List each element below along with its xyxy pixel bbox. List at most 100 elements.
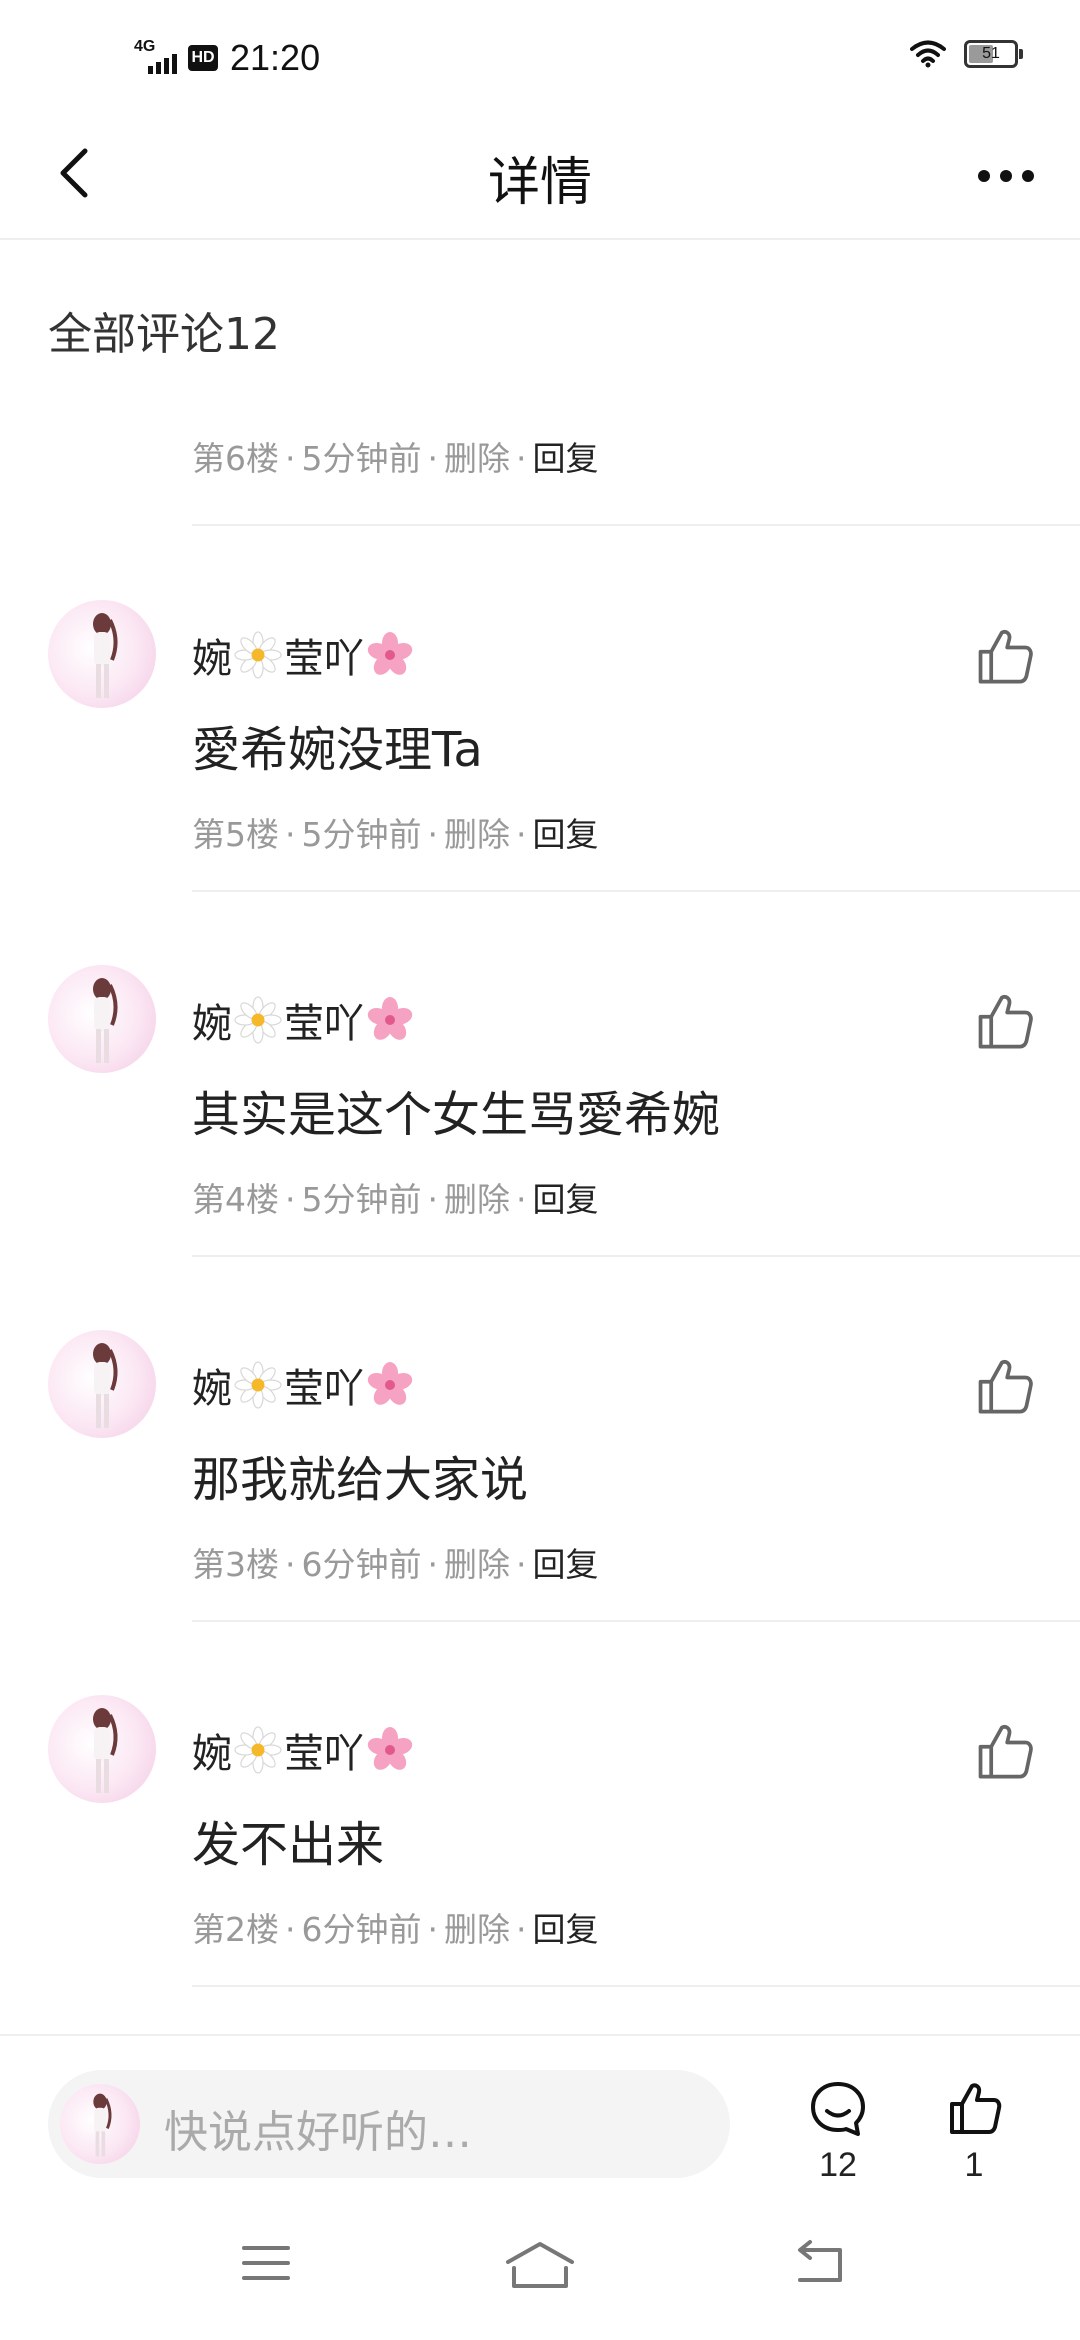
- time-label: 5分钟前: [301, 439, 422, 478]
- delete-link[interactable]: 删除: [444, 439, 510, 478]
- daisy-emoji-icon: [234, 1726, 282, 1774]
- comment-text: 发不出来: [192, 1817, 385, 1873]
- thumbs-up-icon: [978, 995, 1033, 1049]
- daisy-emoji-icon: [234, 996, 282, 1044]
- home-icon: [506, 2242, 574, 2288]
- author-name-part: 婉: [192, 1001, 232, 1047]
- time-label: 6分钟前: [301, 1545, 422, 1584]
- comment-input[interactable]: 快说点好听的…: [48, 2070, 730, 2178]
- reply-link[interactable]: 回复: [533, 439, 599, 478]
- status-left: 4G HD 21:20: [134, 34, 320, 82]
- hd-badge: HD: [188, 45, 218, 71]
- comment-like-button[interactable]: [972, 1719, 1036, 1783]
- separator-dot: ·: [427, 1545, 439, 1584]
- delete-link[interactable]: 删除: [444, 1545, 510, 1584]
- divider: [192, 1985, 1080, 1987]
- more-icon-dot: [1000, 170, 1012, 182]
- avatar[interactable]: [48, 965, 156, 1073]
- comment-meta: 第5楼 · 5分钟前 · 删除 · 回复: [192, 808, 599, 856]
- more-icon-dot: [1022, 170, 1034, 182]
- time-label: 5分钟前: [301, 815, 422, 854]
- delete-link[interactable]: 删除: [444, 815, 510, 854]
- separator-dot: ·: [516, 1910, 527, 1949]
- daisy-emoji-icon: [234, 1361, 282, 1409]
- delete-link[interactable]: 删除: [444, 1910, 510, 1949]
- comment-meta: 第3楼 · 6分钟前 · 删除 · 回复: [192, 1538, 599, 1586]
- status-time: 21:20: [230, 37, 321, 78]
- input-placeholder: 快说点好听的…: [164, 2107, 472, 2158]
- page-title: 详情: [487, 153, 592, 213]
- divider: [192, 1255, 1080, 1257]
- avatar-figure-icon: [93, 978, 118, 1063]
- author-name-part: 莹吖: [284, 1001, 364, 1047]
- reply-link[interactable]: 回复: [533, 815, 599, 854]
- separator-dot: ·: [285, 439, 296, 478]
- cherry-blossom-emoji-icon: [367, 1362, 413, 1405]
- comment-item: 婉莹吖愛希婉没理Ta 第5楼 · 5分钟前 · 删除 · 回复: [0, 600, 1080, 900]
- separator-dot: ·: [427, 1910, 439, 1949]
- thumbs-up-icon: [978, 1360, 1033, 1414]
- reply-link[interactable]: 回复: [533, 1910, 599, 1949]
- comment-author[interactable]: 婉 莹吖: [192, 991, 416, 1049]
- time-label: 6分钟前: [301, 1910, 422, 1949]
- delete-link[interactable]: 删除: [444, 1180, 510, 1219]
- battery-level: 51: [982, 45, 1000, 62]
- reply-link[interactable]: 回复: [533, 1180, 599, 1219]
- comment-count: 12: [819, 2146, 857, 2184]
- comment-text: 那我就给大家说: [192, 1452, 529, 1508]
- floor-label: 第6楼: [192, 439, 279, 478]
- floor-label: 第4楼: [192, 1180, 279, 1219]
- daisy-emoji-icon: [234, 631, 282, 679]
- avatar[interactable]: [48, 1695, 156, 1803]
- separator-dot: ·: [427, 1180, 439, 1219]
- signal-icon: 4G: [134, 36, 184, 80]
- menu-icon: [242, 2246, 290, 2280]
- separator-dot: ·: [285, 1910, 296, 1949]
- comment-text: 愛希婉没理Ta: [192, 722, 483, 778]
- bottom-action-bar: 快说点好听的… 12 1: [0, 2034, 1080, 2194]
- comment-meta: 第6楼 · 5分钟前 · 删除 · 回复: [192, 432, 599, 480]
- comment-author[interactable]: 婉 莹吖: [192, 1721, 416, 1779]
- author-name-part: 莹吖: [284, 1366, 364, 1412]
- thumbs-up-icon: [978, 630, 1033, 684]
- divider: [192, 890, 1080, 892]
- system-nav-bar: [0, 2194, 1080, 2340]
- avatar[interactable]: [48, 600, 156, 708]
- nav-home-button[interactable]: [500, 2238, 580, 2298]
- avatar: [60, 2084, 140, 2164]
- thumbs-up-icon: [978, 1725, 1033, 1779]
- avatar-figure-icon: [93, 613, 118, 698]
- nav-back-button[interactable]: [790, 2238, 870, 2298]
- cherry-blossom-emoji-icon: [367, 1727, 413, 1770]
- comment-meta: 第2楼 · 6分钟前 · 删除 · 回复: [192, 1903, 599, 1951]
- like-count-button[interactable]: 1: [924, 2078, 1024, 2185]
- wifi-icon: [910, 40, 946, 68]
- author-name-part: 婉: [192, 1731, 232, 1777]
- author-name-part: 婉: [192, 636, 232, 682]
- comment-count-button[interactable]: 12: [788, 2078, 888, 2185]
- time-label: 5分钟前: [301, 1180, 422, 1219]
- separator-dot: ·: [516, 1545, 527, 1584]
- divider: [192, 524, 1080, 526]
- comment-meta: 第4楼 · 5分钟前 · 删除 · 回复: [192, 1173, 599, 1221]
- nav-menu-button[interactable]: [236, 2238, 316, 2298]
- avatar[interactable]: [48, 1330, 156, 1438]
- comment-author[interactable]: 婉 莹吖: [192, 626, 416, 684]
- comment-author[interactable]: 婉 莹吖: [192, 1356, 416, 1414]
- more-button[interactable]: [966, 148, 1046, 204]
- separator-dot: ·: [516, 439, 527, 478]
- comment-item: 婉 莹吖那我就给大家说第3楼 · 6分钟前 · 删除 · 回复: [0, 1330, 1080, 1630]
- comment-item: 婉莹吖 其实是这个女生骂愛希婉 第4楼 · 5分钟前 · 删除 · 回复: [0, 965, 1080, 1265]
- author-name-part: 婉: [192, 1366, 232, 1412]
- avatar-figure-icon: [93, 1343, 118, 1428]
- floor-label: 第2楼: [192, 1910, 279, 1949]
- comment-like-button[interactable]: [972, 1354, 1036, 1418]
- divider: [192, 1620, 1080, 1622]
- cherry-blossom-emoji-icon: [367, 632, 413, 675]
- comment-text: 其实是这个女生骂愛希婉: [192, 1087, 721, 1143]
- comment-like-button[interactable]: [972, 989, 1036, 1053]
- thumbs-up-icon: [950, 2083, 1002, 2134]
- author-name-part: 莹吖: [284, 1731, 364, 1777]
- reply-link[interactable]: 回复: [533, 1545, 599, 1584]
- comment-like-button[interactable]: [972, 624, 1036, 688]
